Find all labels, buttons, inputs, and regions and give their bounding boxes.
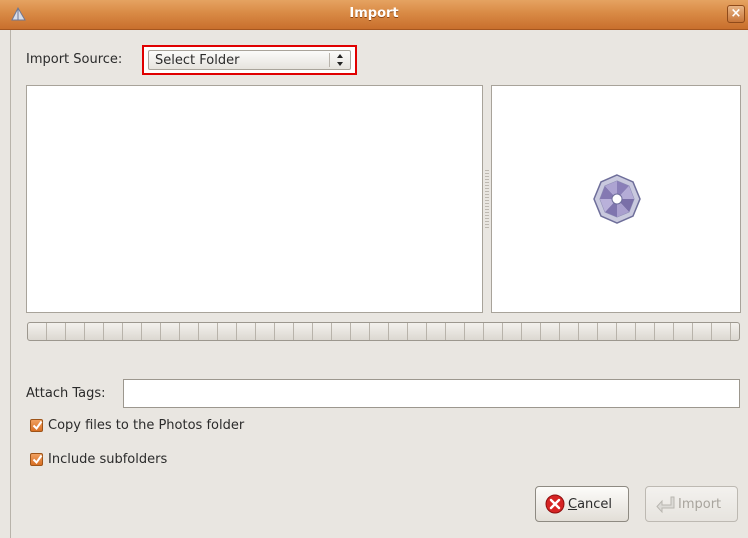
preview-pane [491, 85, 741, 313]
pane-resize-handle[interactable] [485, 170, 489, 230]
import-source-dropdown[interactable]: Select Folder [148, 50, 351, 70]
copy-files-checkbox[interactable] [30, 419, 43, 432]
cancel-label-rest: ancel [577, 496, 613, 512]
cancel-mnemonic: C [568, 496, 578, 512]
window-title-bar[interactable]: Import × [0, 0, 748, 30]
attach-tags-input[interactable] [123, 379, 740, 408]
import-source-label: Import Source: [26, 52, 123, 67]
import-label: Import [678, 496, 722, 512]
window-title: Import [349, 6, 399, 21]
include-subfolders-checkbox[interactable] [30, 453, 43, 466]
attach-tags-label: Attach Tags: [26, 386, 106, 401]
import-progress-bar [27, 322, 740, 341]
cancel-button[interactable]: Cancel [535, 486, 629, 522]
updown-arrows-icon [335, 52, 345, 70]
import-button[interactable]: Import [645, 486, 738, 522]
file-list-pane[interactable] [26, 85, 483, 313]
include-subfolders-option[interactable]: Include subfolders [30, 452, 167, 467]
combo-separator [329, 53, 330, 67]
copy-files-option[interactable]: Copy files to the Photos folder [30, 418, 244, 433]
close-button[interactable]: × [727, 5, 745, 23]
f-spot-spinner-icon [593, 174, 641, 224]
close-icon: × [730, 6, 742, 21]
import-arrow-icon [656, 496, 675, 514]
cancel-label: Cancel [568, 497, 612, 512]
cancel-icon [545, 494, 565, 514]
import-source-combo[interactable]: Select Folder [142, 45, 357, 75]
copy-files-label: Copy files to the Photos folder [48, 418, 245, 433]
import-source-value: Select Folder [155, 53, 240, 68]
include-subfolders-label: Include subfolders [48, 452, 168, 467]
